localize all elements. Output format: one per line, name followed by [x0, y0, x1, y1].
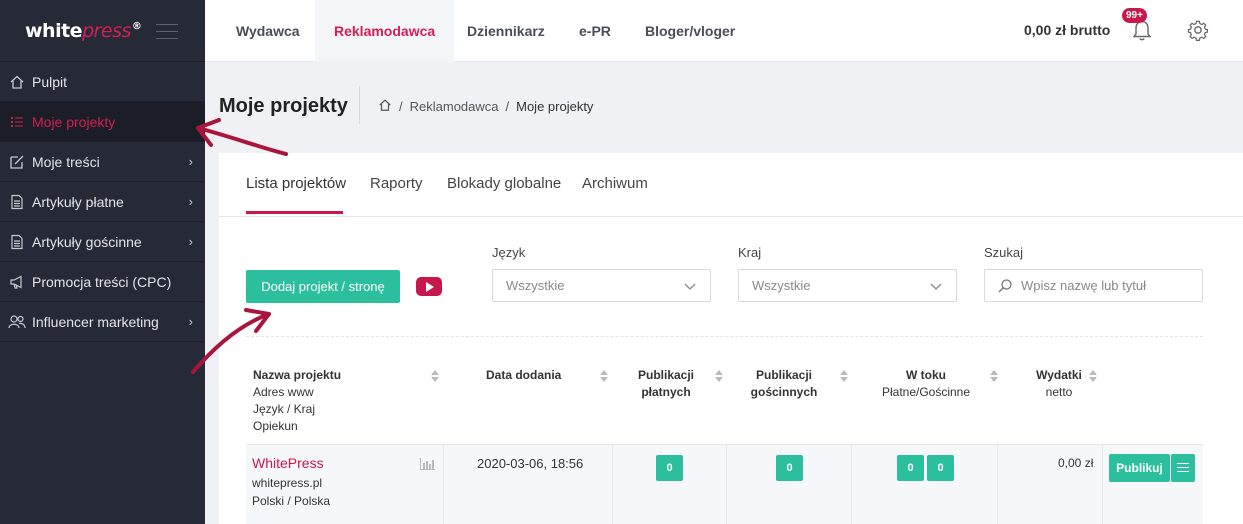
users-icon	[8, 313, 26, 331]
document-icon	[8, 233, 26, 251]
sidebar-item-label: Artykuły gościnne	[32, 233, 142, 250]
menu-toggle-icon[interactable]	[156, 24, 178, 40]
sidebar-item-pulpit[interactable]: Pulpit	[0, 62, 205, 102]
country-select[interactable]: Wszystkie	[738, 269, 957, 302]
top-tab-reklamodawca[interactable]: Reklamodawca	[315, 0, 455, 62]
chevron-right-icon: ›	[188, 314, 193, 329]
tab-blokady-globalne[interactable]: Blokady globalne	[447, 175, 561, 192]
divider	[219, 216, 1243, 217]
divider	[1102, 445, 1103, 524]
logo-bar: whitepress®	[0, 0, 205, 62]
divider	[997, 445, 998, 524]
column-header-spend[interactable]: Wydatki netto	[1029, 367, 1089, 401]
active-tab-indicator	[246, 211, 343, 214]
chevron-down-icon	[683, 279, 697, 296]
language-select-value: Wszystkie	[506, 278, 565, 293]
publish-button[interactable]: Publikuj	[1109, 454, 1170, 482]
tab-raporty[interactable]: Raporty	[370, 175, 423, 192]
sidebar: whitepress® Pulpit Moje projekty Moje tr…	[0, 0, 205, 524]
page-title: Moje projekty	[219, 95, 348, 117]
language-label: Język	[492, 245, 526, 260]
projects-card: Lista projektów Raporty Blokady globalne…	[219, 153, 1243, 524]
sidebar-item-moje-tresci[interactable]: Moje treści ›	[0, 142, 205, 182]
sort-icon[interactable]	[1089, 370, 1097, 382]
logo[interactable]: whitepress®	[25, 20, 142, 42]
chevron-right-icon: ›	[188, 234, 193, 249]
breadcrumb-separator: /	[399, 99, 403, 114]
breadcrumb: / Reklamodawca / Moje projekty	[378, 98, 593, 115]
document-icon	[8, 193, 26, 211]
column-header-guest[interactable]: Publikacji gościnnych	[749, 367, 819, 401]
country-select-value: Wszystkie	[752, 278, 811, 293]
sidebar-item-label: Influencer marketing	[32, 313, 159, 330]
project-date: 2020-03-06, 18:56	[477, 456, 584, 471]
sidebar-item-label: Moje treści	[32, 153, 100, 170]
chevron-down-icon	[929, 279, 943, 296]
sort-icon[interactable]	[715, 370, 723, 382]
top-tab-bloger[interactable]: Bloger/vloger	[645, 0, 735, 62]
sidebar-item-artykuly-goscinne[interactable]: Artykuły gościnne ›	[0, 222, 205, 262]
top-tab-epr[interactable]: e-PR	[579, 0, 611, 62]
sidebar-item-label: Moje projekty	[32, 113, 116, 130]
youtube-icon[interactable]	[416, 277, 442, 296]
megaphone-icon	[8, 273, 26, 291]
divider	[359, 86, 360, 124]
sidebar-item-promocja-tresci[interactable]: Promocja treści (CPC)	[0, 262, 205, 302]
sort-icon[interactable]	[840, 370, 848, 382]
notification-badge: 99+	[1122, 8, 1147, 23]
sidebar-item-moje-projekty[interactable]: Moje projekty	[0, 102, 205, 142]
sort-icon[interactable]	[431, 370, 439, 382]
project-url: whitepress.pl	[252, 476, 323, 490]
inprogress-guest-badge[interactable]: 0	[927, 455, 954, 481]
chevron-right-icon: ›	[188, 154, 193, 169]
account-balance[interactable]: 0,00 zł brutto	[1024, 22, 1110, 38]
divider	[246, 336, 1203, 337]
tab-archiwum[interactable]: Archiwum	[582, 175, 648, 192]
bar-chart-icon[interactable]	[419, 458, 435, 473]
project-lang-country: Polski / Polska	[252, 494, 331, 508]
guest-count-badge[interactable]: 0	[776, 455, 803, 481]
breadcrumb-current: Moje projekty	[516, 99, 594, 114]
sort-icon[interactable]	[600, 370, 608, 382]
sidebar-item-label: Pulpit	[32, 73, 68, 90]
sidebar-item-influencer[interactable]: Influencer marketing ›	[0, 302, 205, 342]
divider	[443, 445, 444, 524]
sidebar-item-label: Artykuły płatne	[32, 193, 124, 210]
divider	[612, 445, 613, 524]
top-tab-dziennikarz[interactable]: Dziennikarz	[467, 0, 545, 62]
search-icon	[997, 278, 1013, 297]
gear-icon[interactable]	[1187, 19, 1209, 44]
breadcrumb-item[interactable]: Reklamodawca	[410, 99, 499, 114]
top-navigation: Wydawca Reklamodawca Dziennikarz e-PR Bl…	[205, 0, 1243, 62]
search-label: Szukaj	[984, 245, 1024, 260]
search-placeholder: Wpisz nazwę lub tytuł	[1021, 278, 1146, 293]
sidebar-item-label: Promocja treści (CPC)	[32, 273, 172, 290]
home-icon	[8, 73, 26, 91]
add-project-button[interactable]: Dodaj projekt / stronę	[246, 270, 400, 303]
inprogress-paid-badge[interactable]: 0	[897, 455, 924, 481]
search-input[interactable]: Wpisz nazwę lub tytuł	[984, 269, 1203, 302]
project-name-link[interactable]: WhitePress	[252, 455, 324, 471]
tab-lista-projektow[interactable]: Lista projektów	[246, 175, 346, 192]
column-header-name[interactable]: Nazwa projektu Adres www Język / Kraj Op…	[253, 367, 341, 435]
chevron-right-icon: ›	[188, 194, 193, 209]
column-header-inprogress[interactable]: W toku Płatne/Gościnne	[876, 367, 976, 401]
divider	[726, 445, 727, 524]
row-menu-button[interactable]	[1171, 454, 1195, 482]
sort-icon[interactable]	[990, 370, 998, 382]
paid-count-badge[interactable]: 0	[656, 455, 683, 481]
country-label: Kraj	[738, 245, 762, 260]
project-spend: 0,00 zł	[1058, 456, 1094, 470]
column-header-paid[interactable]: Publikacji płatnych	[631, 367, 701, 401]
divider	[851, 445, 852, 524]
sidebar-item-artykuly-platne[interactable]: Artykuły płatne ›	[0, 182, 205, 222]
language-select[interactable]: Wszystkie	[492, 269, 711, 302]
top-tab-wydawca[interactable]: Wydawca	[236, 0, 300, 62]
breadcrumb-separator: /	[505, 99, 510, 114]
column-header-date[interactable]: Data dodania	[486, 367, 561, 384]
home-icon[interactable]	[378, 98, 392, 115]
edit-icon	[8, 153, 26, 171]
list-icon	[8, 113, 26, 131]
